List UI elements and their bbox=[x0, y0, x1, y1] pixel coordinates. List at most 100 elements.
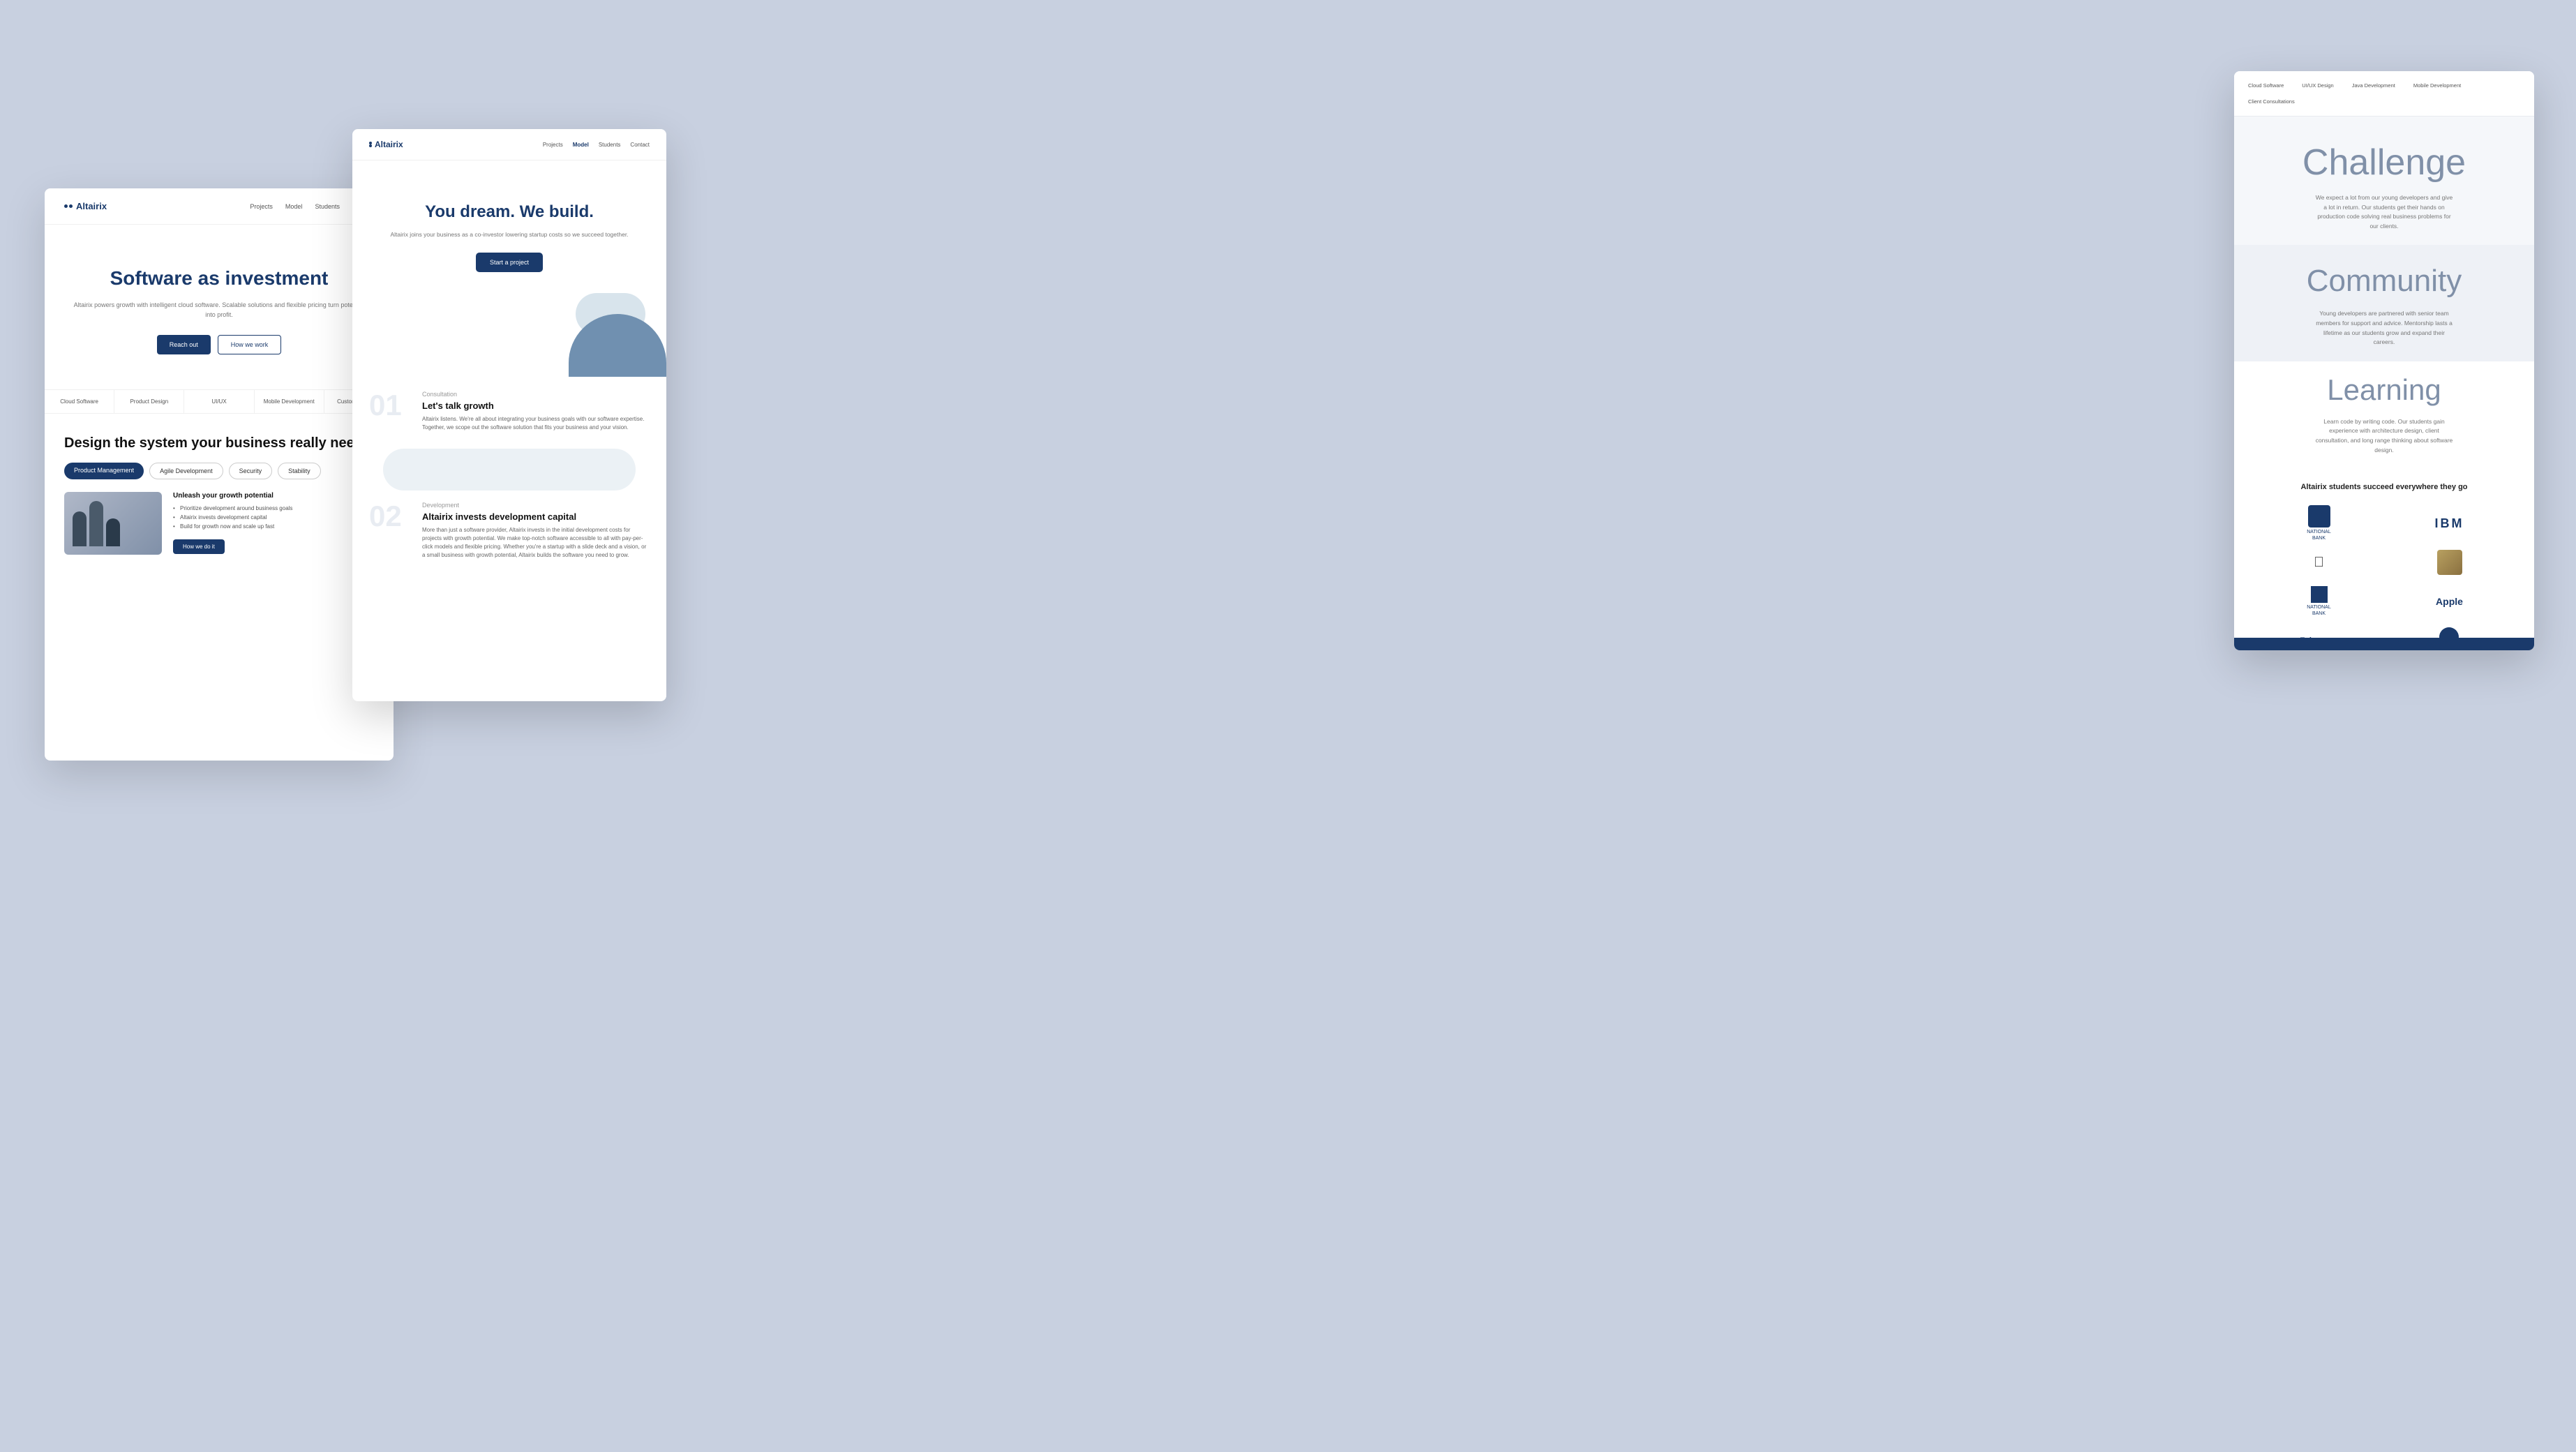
hero-title-left: Software as investment bbox=[73, 267, 366, 290]
challenge-desc: We expect a lot from our young developer… bbox=[2314, 193, 2454, 231]
window-right: Cloud Software UI/UX Design Java Develop… bbox=[2234, 71, 2534, 650]
hero-left: Software as investment Altairix powers g… bbox=[45, 225, 394, 375]
top-tab-java[interactable]: Java Development bbox=[2345, 80, 2402, 91]
service-content-2: Development Altairix invests development… bbox=[422, 502, 650, 560]
partner-logos: NATIONALBANK IBM  NATIONALBANK Apple bbox=[2234, 502, 2534, 650]
national-bank-text: NATIONALBANK bbox=[2307, 529, 2331, 541]
section-title-left: Design the system your business really n… bbox=[64, 435, 374, 451]
ibm-logo: IBM bbox=[2435, 516, 2464, 531]
top-tabs-right: Cloud Software UI/UX Design Java Develop… bbox=[2234, 71, 2534, 117]
tag-agile[interactable]: Agile Development bbox=[149, 463, 223, 479]
learning-desc: Learn code by writing code. Our students… bbox=[2314, 417, 2454, 455]
card-btn[interactable]: How we do it bbox=[173, 539, 225, 554]
tab-product-design[interactable]: Product Design bbox=[114, 390, 184, 413]
logo-item-odaia: Apple bbox=[2390, 587, 2509, 615]
bullet-2: Altairix invests development capital bbox=[173, 514, 292, 521]
community-heading: Community bbox=[2259, 266, 2509, 297]
nav-links-mid: Projects Model Students Contact bbox=[543, 142, 650, 148]
tag-security[interactable]: Security bbox=[229, 463, 273, 479]
tab-cloud-software[interactable]: Cloud Software bbox=[45, 390, 114, 413]
national-text-2: NATIONALBANK bbox=[2307, 604, 2331, 617]
service-title-1: Let's talk growth bbox=[422, 401, 650, 411]
service-item-1: 01 Consultation Let's talk growth Altair… bbox=[369, 391, 650, 432]
logo-item-crest bbox=[2390, 548, 2509, 576]
apple-logo:  bbox=[2314, 555, 2324, 571]
service-blob-1 bbox=[383, 449, 636, 491]
service-item-2: 02 Development Altairix invests developm… bbox=[369, 502, 650, 560]
national-bank-icon bbox=[2308, 505, 2330, 527]
national-bank-logo: NATIONALBANK bbox=[2307, 505, 2331, 541]
hero-mid: You dream. We build. Altairix joins your… bbox=[352, 160, 666, 293]
service-desc-2: More than just a software provider, Alta… bbox=[422, 526, 650, 560]
nav-mid-contact[interactable]: Contact bbox=[630, 142, 650, 148]
service-num-1: 01 bbox=[369, 391, 411, 420]
cloud-illustration bbox=[422, 293, 666, 384]
how-we-work-button[interactable]: How we work bbox=[218, 335, 282, 354]
tab-mobile-dev[interactable]: Mobile Development bbox=[255, 390, 324, 413]
hero-subtitle-left: Altairix powers growth with intelligent … bbox=[73, 300, 366, 320]
service-subtitle-1: Consultation bbox=[422, 391, 650, 398]
nav-students[interactable]: Students bbox=[315, 203, 340, 210]
nav-projects[interactable]: Projects bbox=[250, 203, 273, 210]
card-bullets: Prioritize development around business g… bbox=[173, 505, 292, 530]
content-text-left: Unleash your growth potential Prioritize… bbox=[173, 492, 292, 554]
section-challenge: Challenge We expect a lot from our young… bbox=[2234, 117, 2534, 245]
nav-mid-projects[interactable]: Projects bbox=[543, 142, 563, 148]
logo-text-left: Altairix bbox=[76, 201, 107, 211]
national-logo-2: NATIONALBANK bbox=[2307, 586, 2331, 617]
bottom-bar bbox=[2234, 638, 2534, 650]
reach-out-button[interactable]: Reach out bbox=[157, 335, 211, 354]
service-tabs-left: Cloud Software Product Design UI/UX Mobi… bbox=[45, 389, 394, 414]
logo-dot-2 bbox=[69, 204, 73, 208]
logo-dot-1 bbox=[64, 204, 68, 208]
content-image bbox=[64, 492, 162, 555]
succeed-text: Altairix students succeed everywhere the… bbox=[2234, 469, 2534, 502]
logo-mid: Altairix bbox=[369, 140, 403, 149]
nav-mid-students[interactable]: Students bbox=[599, 142, 621, 148]
section-left: Design the system your business really n… bbox=[45, 414, 394, 576]
logo-item-apple:  bbox=[2259, 548, 2379, 576]
crest-logo bbox=[2437, 550, 2462, 575]
top-tab-mobile[interactable]: Mobile Development bbox=[2406, 80, 2468, 91]
logo-dots-mid bbox=[369, 142, 372, 147]
window-mid: Altairix Projects Model Students Contact… bbox=[352, 129, 666, 701]
nav-model[interactable]: Model bbox=[285, 203, 303, 210]
top-tab-uiux[interactable]: UI/UX Design bbox=[2295, 80, 2340, 91]
community-desc: Young developers are partnered with seni… bbox=[2314, 309, 2454, 347]
tag-row-left: Product Management Agile Development Sec… bbox=[64, 463, 374, 479]
logo-item-ibm: IBM bbox=[2390, 509, 2509, 537]
service-content-1: Consultation Let's talk growth Altairix … bbox=[422, 391, 650, 432]
tab-uiux[interactable]: UI/UX bbox=[184, 390, 254, 413]
start-project-button[interactable]: Start a project bbox=[476, 253, 543, 272]
section-community: Community Young developers are partnered… bbox=[2234, 245, 2534, 361]
challenge-heading: Challenge bbox=[2259, 144, 2509, 181]
service-title-2: Altairix invests development capital bbox=[422, 511, 650, 522]
learning-heading: Learning bbox=[2259, 375, 2509, 405]
top-tab-cloud[interactable]: Cloud Software bbox=[2241, 80, 2291, 91]
tag-product-management[interactable]: Product Management bbox=[64, 463, 144, 479]
nav-left: Altairix Projects Model Students Contact bbox=[45, 188, 394, 225]
services-mid: 01 Consultation Let's talk growth Altair… bbox=[352, 384, 666, 583]
content-row-left: Unleash your growth potential Prioritize… bbox=[64, 492, 374, 555]
service-subtitle-2: Development bbox=[422, 502, 650, 509]
logo-item-national: NATIONALBANK bbox=[2259, 509, 2379, 537]
odaia-logo: Apple bbox=[2436, 596, 2463, 607]
logo-dots bbox=[64, 204, 73, 208]
service-num-2: 02 bbox=[369, 502, 411, 531]
tag-stability[interactable]: Stability bbox=[278, 463, 321, 479]
window-left: Altairix Projects Model Students Contact… bbox=[45, 188, 394, 761]
top-tab-client[interactable]: Client Consultations bbox=[2241, 96, 2302, 107]
bullet-1: Prioritize development around business g… bbox=[173, 505, 292, 511]
hero-subtitle-mid: Altairix joins your business as a co-inv… bbox=[377, 230, 641, 240]
hero-title-mid: You dream. We build. bbox=[377, 202, 641, 222]
service-desc-1: Altairix listens. We're all about integr… bbox=[422, 415, 650, 432]
nav-mid-model[interactable]: Model bbox=[573, 142, 589, 148]
logo-left: Altairix bbox=[64, 201, 107, 211]
bullet-3: Build for growth now and scale up fast bbox=[173, 523, 292, 530]
national-icon-2 bbox=[2311, 586, 2328, 603]
nav-mid: Altairix Projects Model Students Contact bbox=[352, 129, 666, 160]
card-title: Unleash your growth potential bbox=[173, 492, 292, 500]
section-learning: Learning Learn code by writing code. Our… bbox=[2234, 361, 2534, 469]
hero-btns-left: Reach out How we work bbox=[73, 335, 366, 354]
logo-text-mid: Altairix bbox=[375, 140, 403, 149]
